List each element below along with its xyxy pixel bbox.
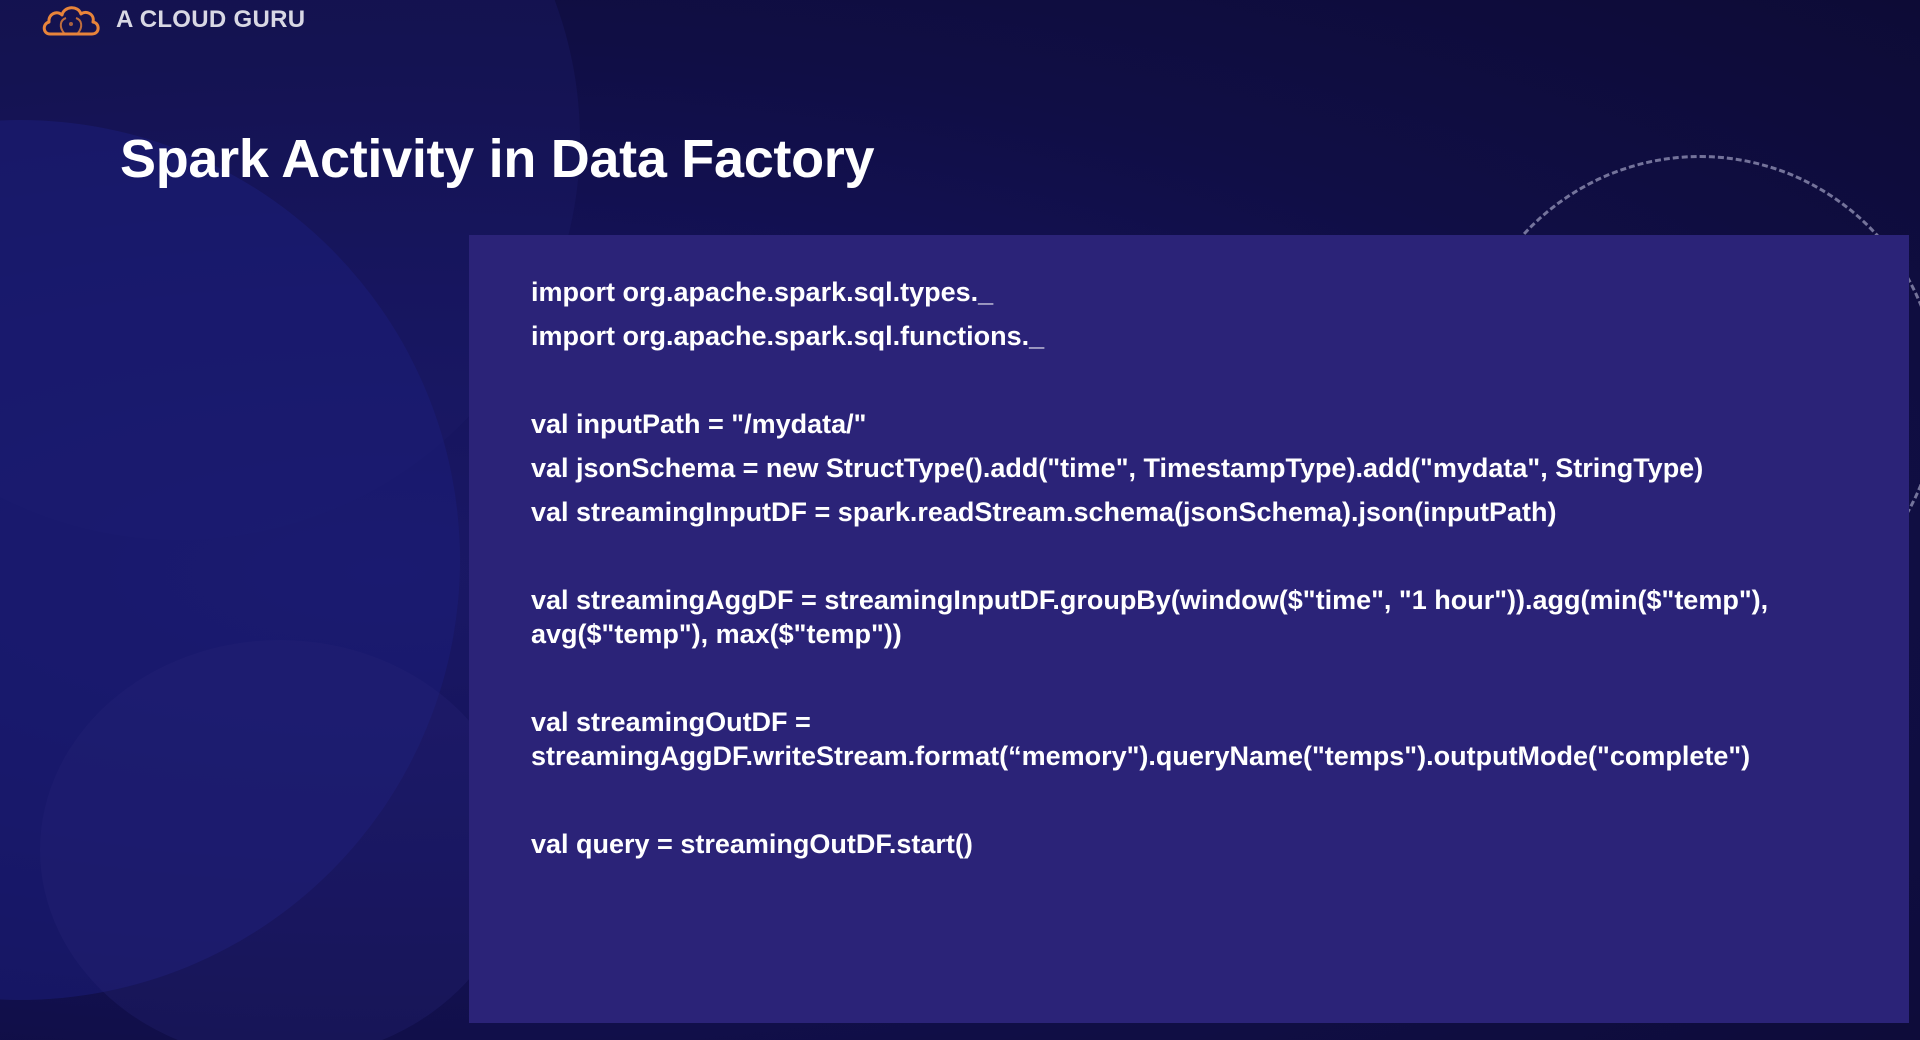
code-line: streamingAggDF.writeStream.format(“memor… — [531, 741, 1751, 771]
code-block-query: val query = streamingOutDF.start() — [531, 827, 1859, 861]
code-line: import org.apache.spark.sql.types._ — [531, 277, 994, 307]
code-panel: import org.apache.spark.sql.types._ impo… — [469, 235, 1909, 1023]
code-line: val streamingInputDF = spark.readStream.… — [531, 497, 1557, 527]
code-block-output: val streamingOutDF = streamingAggDF.writ… — [531, 705, 1859, 773]
code-block-schema: val inputPath = "/mydata/" val jsonSchem… — [531, 407, 1859, 529]
code-block-imports: import org.apache.spark.sql.types._ impo… — [531, 275, 1859, 353]
brand-name: A CLOUD GURU — [116, 6, 306, 33]
code-line: import org.apache.spark.sql.functions._ — [531, 321, 1045, 351]
slide-title: Spark Activity in Data Factory — [120, 129, 875, 189]
code-block-aggregation: val streamingAggDF = streamingInputDF.gr… — [531, 583, 1859, 651]
code-line: avg($"temp"), max($"temp")) — [531, 619, 902, 649]
slide-stage: A CLOUD GURU Spark Activity in Data Fact… — [0, 0, 1920, 1040]
brand-logo: A CLOUD GURU — [40, 0, 305, 40]
code-line: val streamingOutDF = — [531, 707, 811, 737]
code-line: val inputPath = "/mydata/" — [531, 409, 867, 439]
background-circle — [40, 640, 520, 1040]
code-line: val query = streamingOutDF.start() — [531, 829, 973, 859]
code-line: val streamingAggDF = streamingInputDF.gr… — [531, 585, 1769, 615]
cloud-logo-icon — [40, 2, 102, 38]
code-line: val jsonSchema = new StructType().add("t… — [531, 453, 1704, 483]
